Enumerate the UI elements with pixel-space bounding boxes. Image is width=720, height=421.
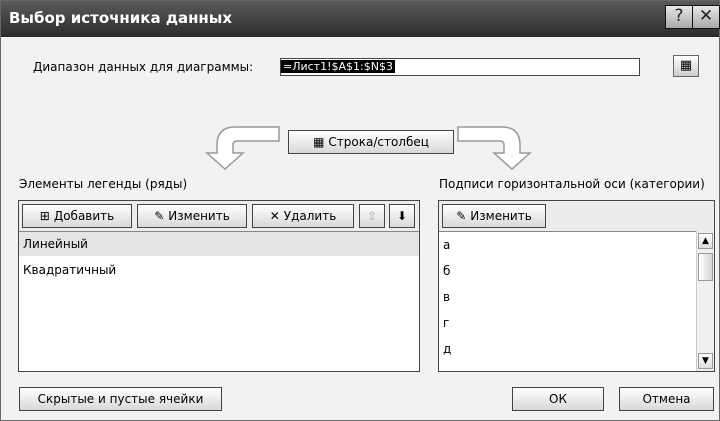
axis-item[interactable]: г [439,311,714,335]
scroll-up-icon[interactable]: ▲ [698,233,713,249]
cancel-button[interactable]: Отмена [619,387,714,411]
help-button[interactable]: ? [665,5,693,29]
add-icon: ⊞ [39,209,50,223]
title-bar: Выбор источника данных ? ✕ [1,1,720,37]
legend-label: Элементы легенды (ряды) [19,177,188,191]
range-label: Диапазон данных для диаграммы: [33,60,254,74]
delete-series-button[interactable]: ✕ Удалить [252,204,354,228]
axis-scrollbar[interactable]: ▲ ▼ [696,231,714,371]
close-button[interactable]: ✕ [692,5,720,29]
move-up-button[interactable]: ⇧ [359,204,385,228]
hidden-empty-cells-label: Скрытые и пустые ячейки [37,392,204,406]
scroll-down-icon[interactable]: ▼ [698,353,713,369]
ok-label: ОК [549,392,567,406]
move-down-button[interactable]: ⬇ [389,204,415,228]
edit-categories-button[interactable]: ✎ Изменить [442,204,546,228]
range-picker-icon: ▦ [679,58,693,73]
delete-icon: ✕ [269,209,280,223]
select-data-source-dialog: Выбор источника данных ? ✕ Диапазон данн… [0,0,720,421]
switch-row-column-label: Строка/столбец [328,135,429,149]
axis-label: Подписи горизонтальной оси (категории) [439,177,705,191]
axis-item[interactable]: в [439,285,714,309]
range-value: =Лист1!$A$1:$N$3 [281,60,395,73]
hidden-empty-cells-button[interactable]: Скрытые и пустые ячейки [19,387,222,411]
legend-panel: ⊞ Добавить ✎ Изменить ✕ Удалить ⇧ ⬇ Линейны… [18,200,420,372]
range-input[interactable]: =Лист1!$A$1:$N$3 [280,58,640,76]
axis-panel: ✎ Изменить а б в г д ▲ ▼ [438,200,715,372]
scroll-thumb[interactable] [698,253,713,281]
delete-series-label: Удалить [283,209,337,223]
range-picker-button[interactable]: ▦ [673,55,699,77]
edit-categories-label: Изменить [470,209,532,223]
right-arrow-icon [457,126,532,171]
add-series-button[interactable]: ⊞ Добавить [22,204,132,228]
edit-icon: ✎ [456,209,467,223]
axis-item[interactable]: д [439,337,714,361]
cancel-label: Отмена [642,392,691,406]
legend-item-quadratic[interactable]: Квадратичный [19,258,419,282]
axis-item[interactable]: а [439,233,714,257]
legend-item-linear[interactable]: Линейный [19,232,419,256]
left-arrow-icon [205,126,280,171]
dialog-title: Выбор источника данных [9,9,233,27]
edit-icon: ✎ [154,209,165,223]
axis-item[interactable]: б [439,259,714,283]
edit-series-button[interactable]: ✎ Изменить [137,204,247,228]
edit-series-label: Изменить [168,209,230,223]
switch-row-column-button[interactable]: ▦ Строка/столбец [288,130,454,154]
swap-icon: ▦ [313,135,325,149]
add-series-label: Добавить [53,209,115,223]
ok-button[interactable]: ОК [512,387,604,411]
